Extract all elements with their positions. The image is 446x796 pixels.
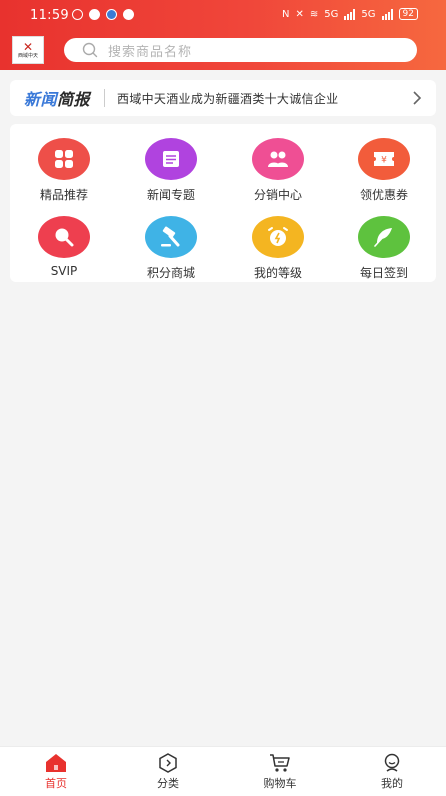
nfc-icon: N bbox=[282, 8, 290, 20]
menu-icon-circle bbox=[145, 216, 197, 258]
status-system-icons: N ✕ ≋ 5G 5G 92 bbox=[282, 8, 418, 20]
chevron-right-icon[interactable] bbox=[412, 90, 422, 106]
signal-icon bbox=[381, 8, 393, 20]
nav-tab-home[interactable]: 首页 bbox=[26, 753, 86, 791]
nav-label: 我的 bbox=[381, 777, 403, 790]
grid-icon bbox=[55, 150, 73, 168]
menu-label: 每日签到 bbox=[359, 266, 408, 280]
menu-icon-circle bbox=[358, 216, 410, 258]
wifi-icon: ≋ bbox=[309, 8, 319, 20]
menu-item-news[interactable]: 新闻专题 bbox=[131, 138, 211, 208]
network-tag: 5G bbox=[361, 8, 376, 20]
record-icon bbox=[89, 9, 100, 20]
logo-text: 西域中天 bbox=[17, 52, 38, 59]
menu-label: 积分商城 bbox=[146, 266, 195, 280]
news-brief-bar[interactable]: 新闻简报 西域中天酒业成为新疆酒类十大诚信企业 bbox=[10, 80, 436, 116]
menu-icon-circle bbox=[252, 138, 304, 180]
menu-label: 新闻专题 bbox=[146, 188, 195, 202]
menu-label: 分销中心 bbox=[253, 188, 302, 202]
feature-menu: 精品推荐 新闻专题 分销中心 ¥ 领优惠券 SVIP 积分商城 我的等级 每日签… bbox=[10, 124, 436, 282]
news-tag-part2: 简报 bbox=[57, 90, 91, 109]
newspaper-icon bbox=[163, 151, 179, 167]
users-icon bbox=[268, 151, 288, 167]
mute-icon: ✕ bbox=[295, 8, 304, 20]
signal-icon bbox=[344, 8, 356, 20]
menu-icon-circle bbox=[38, 138, 90, 180]
news-tag: 新闻简报 bbox=[24, 86, 90, 110]
nav-label: 分类 bbox=[157, 777, 179, 790]
category-icon bbox=[159, 753, 177, 773]
news-divider bbox=[104, 89, 106, 107]
hammer-icon bbox=[161, 226, 180, 247]
menu-item-featured[interactable]: 精品推荐 bbox=[24, 138, 104, 208]
coupon-icon: ¥ bbox=[374, 152, 394, 166]
menu-item-svip[interactable]: SVIP bbox=[24, 216, 104, 286]
menu-icon-circle bbox=[38, 216, 90, 258]
browser-icon bbox=[123, 9, 134, 20]
status-bar: 11:59 N ✕ ≋ 5G 5G 92 bbox=[0, 0, 446, 32]
search-input[interactable]: 搜索商品名称 bbox=[64, 38, 417, 62]
menu-icon-circle bbox=[145, 138, 197, 180]
bottom-navigation: 首页 分类 购物车 我的 bbox=[0, 746, 446, 796]
network-tag: 5G bbox=[324, 8, 339, 20]
notification-icon bbox=[72, 9, 83, 20]
header-bar: 11:59 N ✕ ≋ 5G 5G 92 ✕ 西域中天 搜索商品名称 bbox=[0, 0, 446, 70]
profile-icon bbox=[384, 753, 400, 772]
search-placeholder: 搜索商品名称 bbox=[108, 44, 193, 60]
menu-label: 领优惠券 bbox=[359, 188, 408, 202]
menu-icon-circle: ¥ bbox=[358, 138, 410, 180]
menu-label: 我的等级 bbox=[253, 266, 302, 280]
menu-label: 精品推荐 bbox=[39, 188, 88, 202]
news-tag-part1: 新闻 bbox=[24, 90, 58, 109]
brand-logo[interactable]: ✕ 西域中天 bbox=[12, 36, 44, 64]
app-notification-icon bbox=[106, 9, 117, 20]
nav-tab-profile[interactable]: 我的 bbox=[362, 753, 422, 791]
menu-item-coupons[interactable]: ¥ 领优惠券 bbox=[344, 138, 424, 208]
menu-item-daily-checkin[interactable]: 每日签到 bbox=[344, 216, 424, 286]
search-icon bbox=[82, 42, 98, 58]
menu-item-my-level[interactable]: 我的等级 bbox=[238, 216, 318, 286]
status-notification-icons bbox=[72, 9, 134, 20]
nav-tab-category[interactable]: 分类 bbox=[138, 753, 198, 791]
home-icon bbox=[46, 754, 66, 772]
news-headline[interactable]: 西域中天酒业成为新疆酒类十大诚信企业 bbox=[117, 90, 338, 107]
alarm-icon bbox=[268, 227, 288, 246]
status-time: 11:59 bbox=[30, 8, 69, 23]
nav-label: 首页 bbox=[45, 777, 67, 790]
menu-label: SVIP bbox=[50, 264, 78, 278]
magnifier-icon bbox=[55, 228, 74, 247]
feather-icon bbox=[374, 228, 392, 247]
battery-icon: 92 bbox=[398, 8, 418, 20]
nav-label: 购物车 bbox=[263, 777, 297, 790]
logo-mark-icon: ✕ bbox=[22, 39, 34, 54]
svg-text:¥: ¥ bbox=[381, 156, 387, 166]
menu-icon-circle bbox=[252, 216, 304, 258]
cart-icon bbox=[270, 754, 290, 772]
nav-tab-cart[interactable]: 购物车 bbox=[250, 753, 310, 791]
menu-item-distribution[interactable]: 分销中心 bbox=[238, 138, 318, 208]
menu-item-points-mall[interactable]: 积分商城 bbox=[131, 216, 211, 286]
